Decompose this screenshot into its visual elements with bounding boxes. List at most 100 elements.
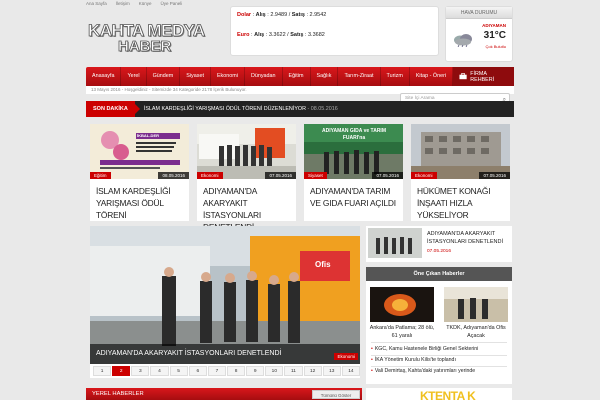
pager-button[interactable]: 13 bbox=[322, 366, 341, 376]
sell-label: Satış bbox=[290, 32, 304, 38]
card-date: 07.05.2016 bbox=[479, 172, 510, 179]
card-image-text: İKBAL-DER bbox=[137, 133, 159, 138]
pager-button[interactable]: 4 bbox=[150, 366, 169, 376]
slider-sign-text: Ofis bbox=[315, 260, 331, 269]
news-card[interactable]: İKBAL-DER Eğitim 08.05.2016 İSLAM KARDEŞ… bbox=[90, 124, 189, 221]
divider bbox=[371, 366, 507, 367]
card-title: ADIYAMAN'DA AKARYAKIT İSTASYONLARI DENET… bbox=[203, 186, 261, 232]
card-title: İSLAM KARDEŞLİĞİ YARIŞMASI ÖDÜL TÖRENİ bbox=[96, 186, 171, 220]
pager-button[interactable]: 9 bbox=[246, 366, 265, 376]
featured-list-item[interactable]: KGC, Kamu Hastenele Birliği Genel Sekter… bbox=[371, 346, 479, 352]
nav-item-agenda[interactable]: Gündem bbox=[147, 67, 181, 86]
weather-temperature: 31°C bbox=[483, 30, 506, 41]
nav-item-education[interactable]: Eğitim bbox=[283, 67, 311, 86]
slider-pager: 1 2 3 4 5 6 7 8 9 10 11 12 13 14 bbox=[90, 364, 360, 378]
currency-name: Euro bbox=[237, 32, 250, 38]
weather-title: HAVA DURUMU bbox=[446, 7, 512, 19]
news-card[interactable]: Ekonomi 07.05.2016 HÜKÜMET KONAĞI İNŞAAT… bbox=[411, 124, 510, 221]
cloud-icon bbox=[454, 34, 472, 47]
dolar-row: Dolar : Alış : 2.9489 / Satış : 2.9542 bbox=[237, 12, 327, 18]
nav-item-politics[interactable]: Siyaset bbox=[180, 67, 211, 86]
ad-text: KTENTA K bbox=[420, 389, 476, 400]
news-card[interactable]: Ekonomi 07.05.2016 ADIYAMAN'DA AKARYAKIT… bbox=[197, 124, 296, 232]
buy-value: 3.3622 bbox=[268, 32, 286, 38]
card-title: ADIYAMAN'DA TARIM VE GIDA FUARI AÇILDI bbox=[310, 186, 396, 208]
news-card[interactable]: ADIYAMAN GIDA ve TARIM FUARI'na Siyaset … bbox=[304, 124, 403, 221]
logo-line-1: KAHTA MEDYA bbox=[88, 21, 206, 40]
sell-value: 3.3682 bbox=[307, 32, 325, 38]
featured-list-item[interactable]: İKA Yönetim Kurulu Kilis'te toplandı bbox=[371, 357, 456, 363]
breaking-tag: SON DAKİKA bbox=[86, 101, 140, 117]
featured-list-item[interactable]: Vali Demirtaş, Kahta'daki yatırımları ye… bbox=[371, 368, 475, 374]
nav-item-agriculture[interactable]: Tarım-Ziraat bbox=[338, 67, 381, 86]
card-date: 07.05.2016 bbox=[372, 172, 403, 179]
pager-button[interactable]: 12 bbox=[303, 366, 322, 376]
divider bbox=[371, 342, 507, 343]
nav-item-health[interactable]: Sağlık bbox=[311, 67, 339, 86]
nav-item-home[interactable]: Anasayfa bbox=[86, 67, 122, 86]
pager-button[interactable]: 3 bbox=[131, 366, 150, 376]
card-category: Siyaset bbox=[304, 172, 327, 179]
buy-label: Alış bbox=[254, 32, 265, 38]
weather-city: ADIYAMAN bbox=[482, 23, 506, 28]
headline-slider[interactable]: Ofis ADIYAMAN'DA AKARYAKIT İSTASYONLARI … bbox=[90, 226, 360, 364]
pager-button[interactable]: 11 bbox=[284, 366, 303, 376]
featured-image[interactable] bbox=[370, 287, 434, 322]
featured-box: Ankara'da Patlama; 28 ölü, 61 yaralı TKD… bbox=[366, 281, 512, 384]
top-link-member-panel[interactable]: Üye Paneli bbox=[161, 0, 183, 8]
nav-item-tourism[interactable]: Turizm bbox=[381, 67, 410, 86]
pager-button[interactable]: 10 bbox=[265, 366, 284, 376]
briefcase-icon bbox=[459, 73, 467, 80]
currency-name: Dolar bbox=[237, 12, 252, 18]
top-link-home[interactable]: Ana Sayfa bbox=[86, 0, 107, 8]
card-category: Eğitim bbox=[90, 172, 111, 179]
pager-button[interactable]: 6 bbox=[188, 366, 207, 376]
featured-caption[interactable]: Ankara'da Patlama; 28 ölü, 61 yaralı bbox=[369, 324, 435, 340]
ad-banner[interactable]: KTENTA K bbox=[366, 388, 512, 400]
top-link-contact[interactable]: İletişim bbox=[116, 0, 130, 8]
breaking-date: - 08.05.2016 bbox=[307, 106, 338, 112]
news-card-image: Ekonomi 07.05.2016 bbox=[197, 124, 296, 179]
news-card-image: İKBAL-DER Eğitim 08.05.2016 bbox=[90, 124, 189, 179]
pager-button[interactable]: 7 bbox=[207, 366, 226, 376]
pager-button[interactable]: 14 bbox=[341, 366, 360, 376]
breaking-headline: İSLAM KARDEŞLİĞİ YARIŞMASI ÖDÜL TÖRENİ D… bbox=[143, 106, 306, 112]
site-logo[interactable]: KAHTA MEDYA HABER bbox=[88, 22, 214, 60]
card-category: Ekonomi bbox=[197, 172, 223, 179]
show-all-button[interactable]: Tümünü Göster bbox=[312, 390, 360, 399]
nav-item-local[interactable]: Yerel bbox=[121, 67, 147, 86]
pager-button[interactable]: 8 bbox=[226, 366, 246, 376]
featured-caption[interactable]: TKDK, Adıyaman'da Ofis Açacak bbox=[443, 324, 509, 340]
side-news-date: 07.05.2016 bbox=[427, 249, 452, 254]
nav-item-economy[interactable]: Ekonomi bbox=[211, 67, 245, 86]
nav-item-world[interactable]: Dünyadan bbox=[245, 67, 283, 86]
main-nav: Anasayfa Yerel Gündem Siyaset Ekonomi Dü… bbox=[86, 67, 514, 86]
side-news-item[interactable]: ADIYAMAN'DA AKARYAKIT İSTASYONLARI DENET… bbox=[366, 226, 512, 262]
featured-heading: Öne Çıkan Haberler bbox=[366, 267, 512, 281]
sell-label: Satış bbox=[291, 12, 305, 18]
nav-item-books[interactable]: Kitap - Öneri bbox=[410, 67, 454, 86]
slider-category: Ekonomi bbox=[334, 353, 358, 360]
buy-value: 2.9489 bbox=[270, 12, 288, 18]
logo-line-2: HABER bbox=[118, 38, 172, 55]
weather-widget: HAVA DURUMU ADIYAMAN 31°C Çok Bulutlu bbox=[445, 6, 513, 62]
breaking-headline-link[interactable]: İSLAM KARDEŞLİĞİ YARIŞMASI ÖDÜL TÖRENİ D… bbox=[144, 106, 338, 112]
top-links: Ana Sayfa İletişim Künye Üye Paneli bbox=[86, 0, 182, 8]
side-news-thumbnail bbox=[368, 228, 422, 258]
pager-button[interactable]: 1 bbox=[93, 366, 112, 376]
firm-directory-label: FİRMA REHBERİ bbox=[470, 70, 495, 83]
card-date: 08.05.2016 bbox=[158, 172, 189, 179]
pager-button-active[interactable]: 2 bbox=[112, 366, 131, 376]
side-news-title: ADIYAMAN'DA AKARYAKIT İSTASYONLARI DENET… bbox=[427, 231, 503, 245]
news-card-image: ADIYAMAN GIDA ve TARIM FUARI'na Siyaset … bbox=[304, 124, 403, 179]
pager-button[interactable]: 5 bbox=[169, 366, 188, 376]
slider-caption: ADIYAMAN'DA AKARYAKIT İSTASYONLARI DENET… bbox=[90, 344, 360, 364]
featured-image[interactable] bbox=[444, 287, 508, 322]
buy-label: Alış bbox=[255, 12, 266, 18]
sell-value: 2.9542 bbox=[309, 12, 327, 18]
firm-directory-button[interactable]: FİRMA REHBERİ bbox=[453, 67, 514, 86]
card-image-text: ADIYAMAN GIDA ve TARIM FUARI'na bbox=[322, 128, 386, 141]
divider bbox=[371, 355, 507, 356]
top-link-imprint[interactable]: Künye bbox=[139, 0, 152, 8]
weather-description: Çok Bulutlu bbox=[485, 44, 506, 49]
